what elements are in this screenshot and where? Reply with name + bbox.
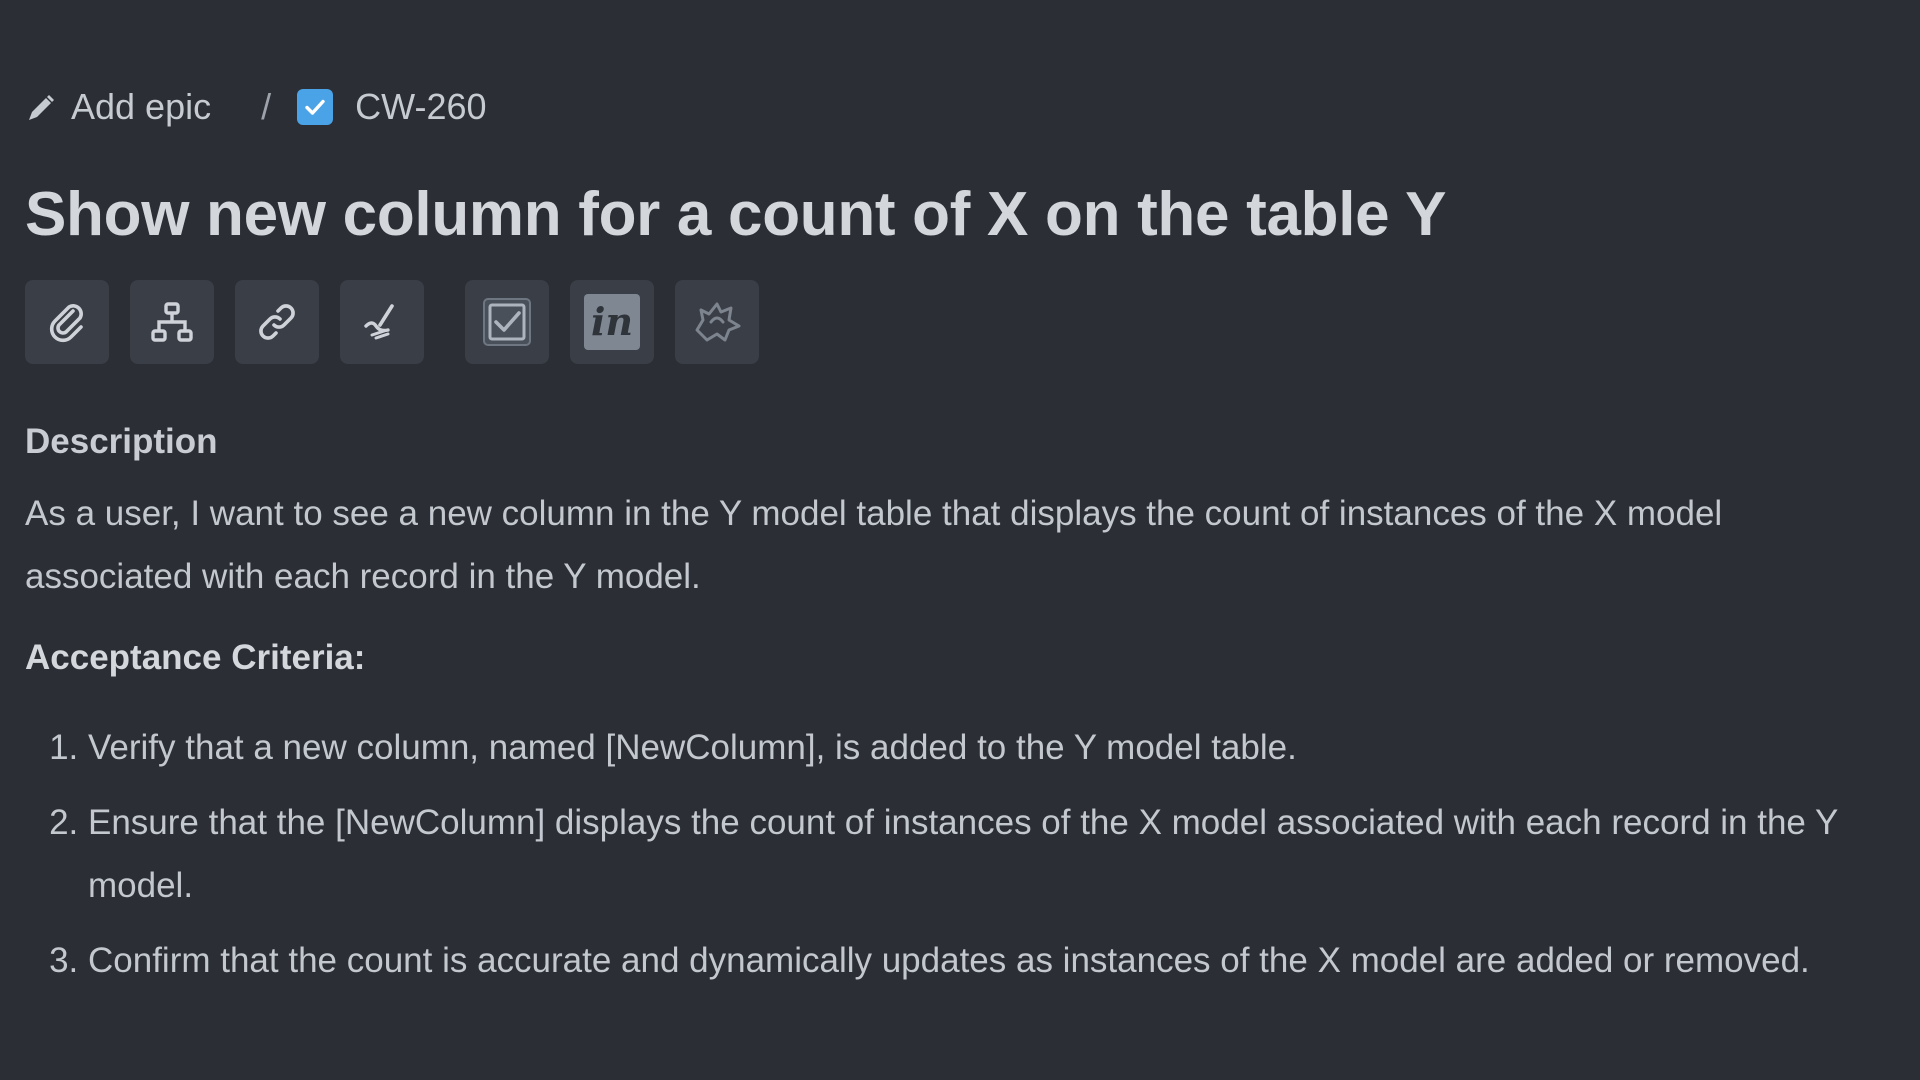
breadcrumb: Add epic / CW-260 <box>25 80 1896 134</box>
description-heading: Description <box>25 422 218 461</box>
sign-button[interactable] <box>340 280 424 364</box>
checklist-button[interactable] <box>465 280 549 364</box>
app-button[interactable] <box>675 280 759 364</box>
acceptance-criteria-heading: Acceptance Criteria: <box>25 638 366 677</box>
add-epic-label: Add epic <box>71 86 212 127</box>
issue-title[interactable]: Show new column for a count of X on the … <box>25 184 1896 246</box>
issue-key: CW-260 <box>355 86 487 127</box>
hierarchy-icon <box>148 298 196 346</box>
criteria-item: Confirm that the count is accurate and d… <box>88 929 1918 992</box>
task-type-icon <box>297 89 334 125</box>
link-issue-button[interactable] <box>235 280 319 364</box>
attach-button[interactable] <box>25 280 109 364</box>
bell-puzzle-icon <box>687 292 747 352</box>
acceptance-criteria-list: Verify that a new column, named [NewColu… <box>25 716 1918 992</box>
issue-toolbar: in <box>25 280 1896 364</box>
issue-key-link[interactable]: CW-260 <box>297 86 487 128</box>
sign-pen-icon <box>358 298 406 346</box>
add-epic-link[interactable]: Add epic <box>25 86 211 128</box>
checkbox-icon <box>479 294 535 350</box>
criteria-item: Ensure that the [NewColumn] displays the… <box>88 791 1918 917</box>
criteria-item: Verify that a new column, named [NewColu… <box>88 716 1918 779</box>
svg-text:in: in <box>591 299 633 344</box>
child-issue-button[interactable] <box>130 280 214 364</box>
link-icon <box>253 298 301 346</box>
invision-button[interactable]: in <box>570 280 654 364</box>
description-body[interactable]: As a user, I want to see a new column in… <box>25 482 1885 608</box>
breadcrumb-separator: / <box>261 86 272 127</box>
paperclip-icon <box>43 298 91 346</box>
pencil-icon <box>25 91 57 123</box>
issue-view: Add epic / CW-260 Show new column for a … <box>0 0 1920 1080</box>
invision-icon: in <box>580 290 644 354</box>
